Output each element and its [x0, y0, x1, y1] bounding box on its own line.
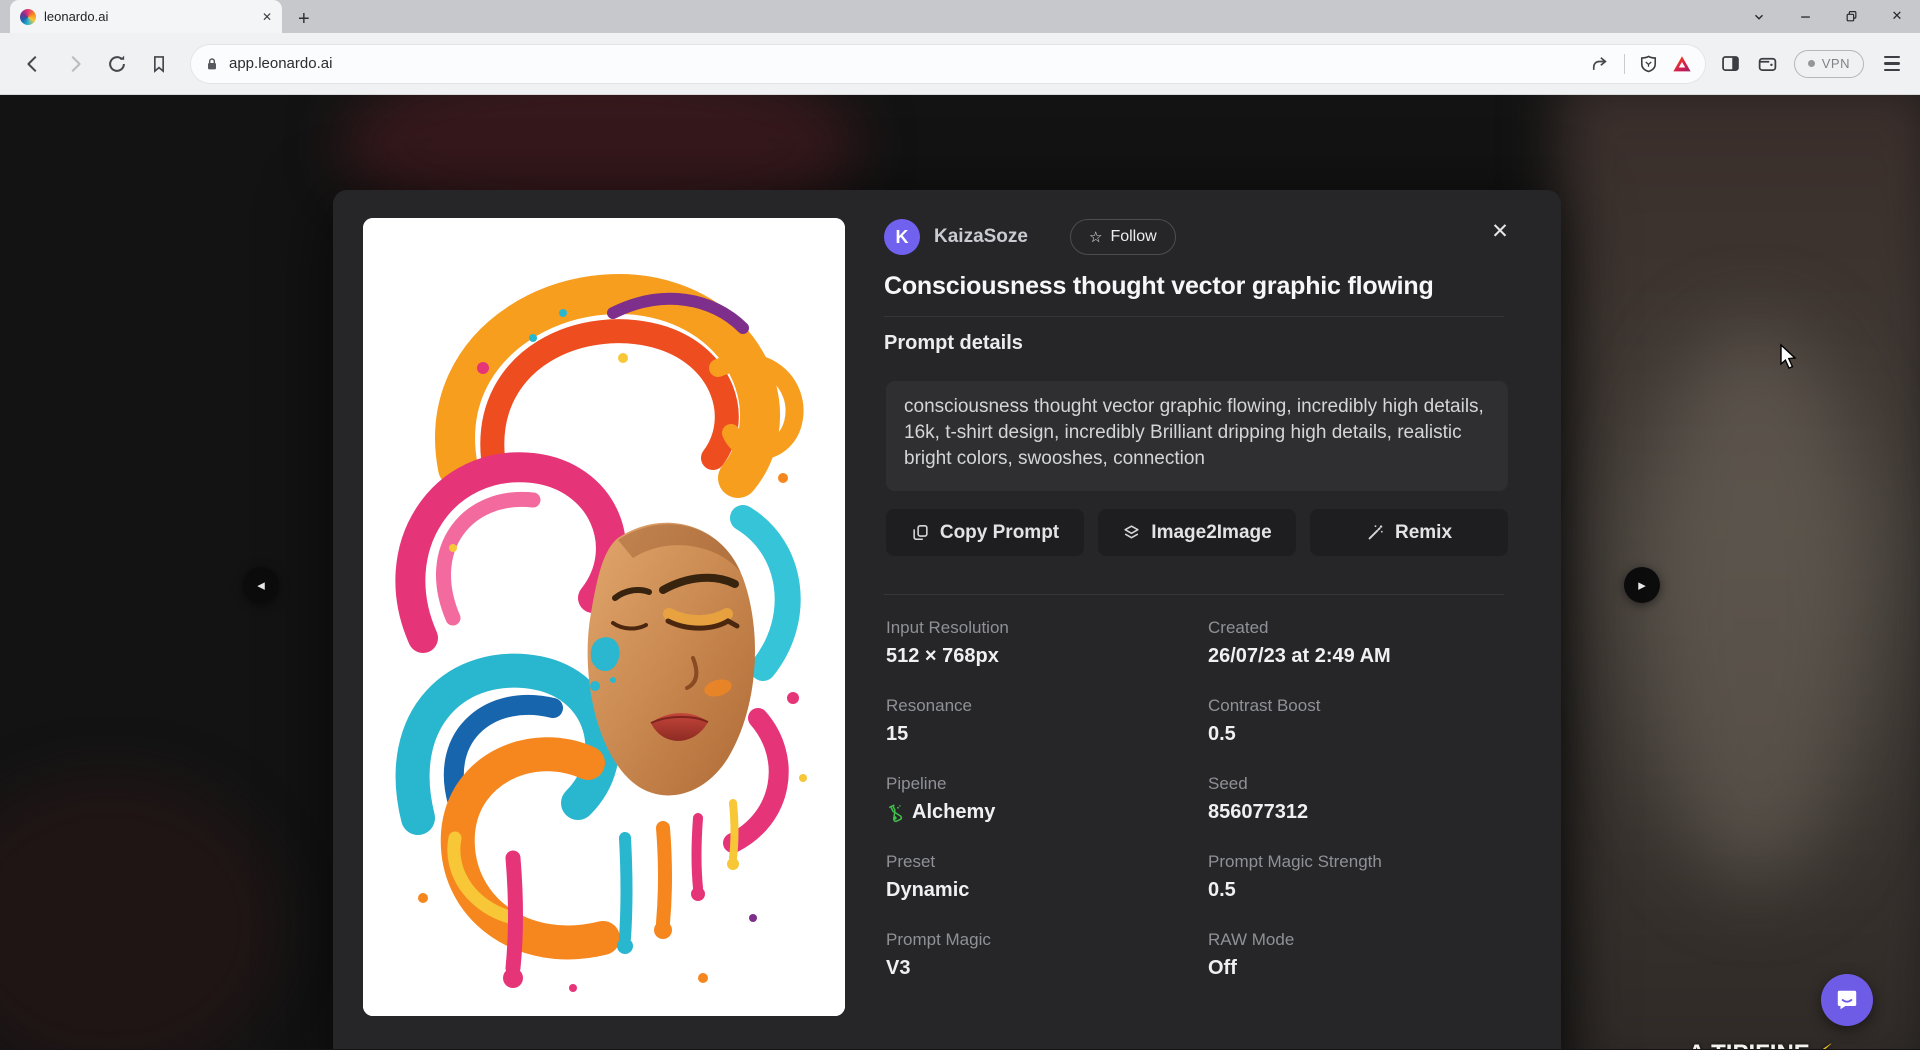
vpn-button[interactable]: VPN [1794, 50, 1864, 78]
meta-resonance: Resonance 15 [886, 696, 1208, 746]
avatar[interactable]: K [884, 219, 920, 255]
tab-close-icon[interactable]: ✕ [262, 10, 272, 24]
meta-prompt-magic-strength: Prompt Magic Strength 0.5 [1208, 852, 1508, 902]
image2image-button[interactable]: Image2Image [1098, 509, 1296, 556]
tab-search-icon[interactable] [1736, 0, 1782, 33]
image-detail-modal: K KaizaSoze ☆ Follow Consciousness thoug… [333, 190, 1561, 1049]
next-image-button[interactable]: ▸ [1624, 567, 1660, 603]
spark-icon: ⚡ [1816, 1039, 1833, 1049]
copy-icon [911, 523, 930, 542]
meta-prompt-magic: Prompt Magic V3 [886, 930, 1208, 980]
menu-icon[interactable] [1880, 52, 1904, 75]
chat-icon [1834, 987, 1860, 1013]
close-modal-icon[interactable]: ✕ [1485, 216, 1515, 246]
tab-title: leonardo.ai [44, 9, 254, 24]
divider [884, 316, 1504, 317]
bat-rewards-icon[interactable] [1672, 55, 1692, 73]
meta-input-resolution: Input Resolution 512 × 768px [886, 618, 1208, 668]
meta-seed: Seed 856077312 [1208, 774, 1508, 824]
back-button[interactable] [16, 47, 50, 81]
sidebar-icon[interactable] [1720, 53, 1741, 74]
generation-details-grid: Input Resolution 512 × 768px Created 26/… [886, 618, 1508, 980]
video-watermark: A TIPIFINE ⚡ [1688, 1039, 1833, 1049]
url-bar[interactable]: app.leonardo.ai [190, 44, 1706, 84]
leonardo-page-backdrop: ◂ ▸ [0, 95, 1920, 1049]
meta-raw-mode: RAW Mode Off [1208, 930, 1508, 980]
share-icon[interactable] [1590, 54, 1610, 74]
browser-toolbar: app.leonardo.ai VPN [0, 33, 1920, 95]
bookmark-icon[interactable] [142, 47, 176, 81]
browser-tab-strip: leonardo.ai ✕ + ✕ [0, 0, 1920, 33]
meta-pipeline: Pipeline Alchemy [886, 774, 1208, 824]
leonardo-favicon [20, 9, 36, 25]
prompt-box: consciousness thought vector graphic flo… [886, 381, 1508, 491]
forward-button[interactable] [58, 47, 92, 81]
divider [1624, 54, 1625, 74]
user-name[interactable]: KaizaSoze [934, 226, 1028, 248]
copy-prompt-button[interactable]: Copy Prompt [886, 509, 1084, 556]
new-tab-button[interactable]: + [298, 9, 310, 29]
backdrop-blur-blob [0, 775, 280, 1049]
prompt-text: consciousness thought vector graphic flo… [904, 394, 1490, 472]
browser-tab[interactable]: leonardo.ai ✕ [10, 0, 282, 33]
image-title: Consciousness thought vector graphic flo… [884, 272, 1484, 301]
backdrop-blur-blob [1640, 325, 1870, 885]
close-window-button[interactable]: ✕ [1874, 0, 1920, 33]
previous-image-button[interactable]: ◂ [243, 567, 279, 603]
reload-button[interactable] [100, 47, 134, 81]
vpn-status-dot [1808, 60, 1815, 67]
vpn-label: VPN [1822, 56, 1850, 71]
support-chat-button[interactable] [1821, 974, 1873, 1026]
restore-button[interactable] [1828, 0, 1874, 33]
follow-label: Follow [1110, 228, 1156, 246]
remix-button[interactable]: Remix [1310, 509, 1508, 556]
divider [884, 594, 1504, 595]
flask-icon [886, 803, 904, 823]
follow-button[interactable]: ☆ Follow [1070, 219, 1176, 255]
star-icon: ☆ [1089, 228, 1102, 246]
minimize-button[interactable] [1782, 0, 1828, 33]
wallet-icon[interactable] [1757, 53, 1778, 74]
brave-shield-icon[interactable] [1639, 54, 1658, 74]
prompt-details-heading: Prompt details [884, 332, 1023, 355]
meta-preset: Preset Dynamic [886, 852, 1208, 902]
window-controls: ✕ [1736, 0, 1920, 33]
lock-icon [204, 56, 220, 72]
layers-icon [1122, 523, 1141, 542]
meta-created: Created 26/07/23 at 2:49 AM [1208, 618, 1508, 668]
url-text: app.leonardo.ai [229, 55, 1590, 72]
magic-wand-icon [1366, 523, 1385, 542]
generated-artwork-image[interactable] [363, 218, 845, 1016]
meta-contrast-boost: Contrast Boost 0.5 [1208, 696, 1508, 746]
